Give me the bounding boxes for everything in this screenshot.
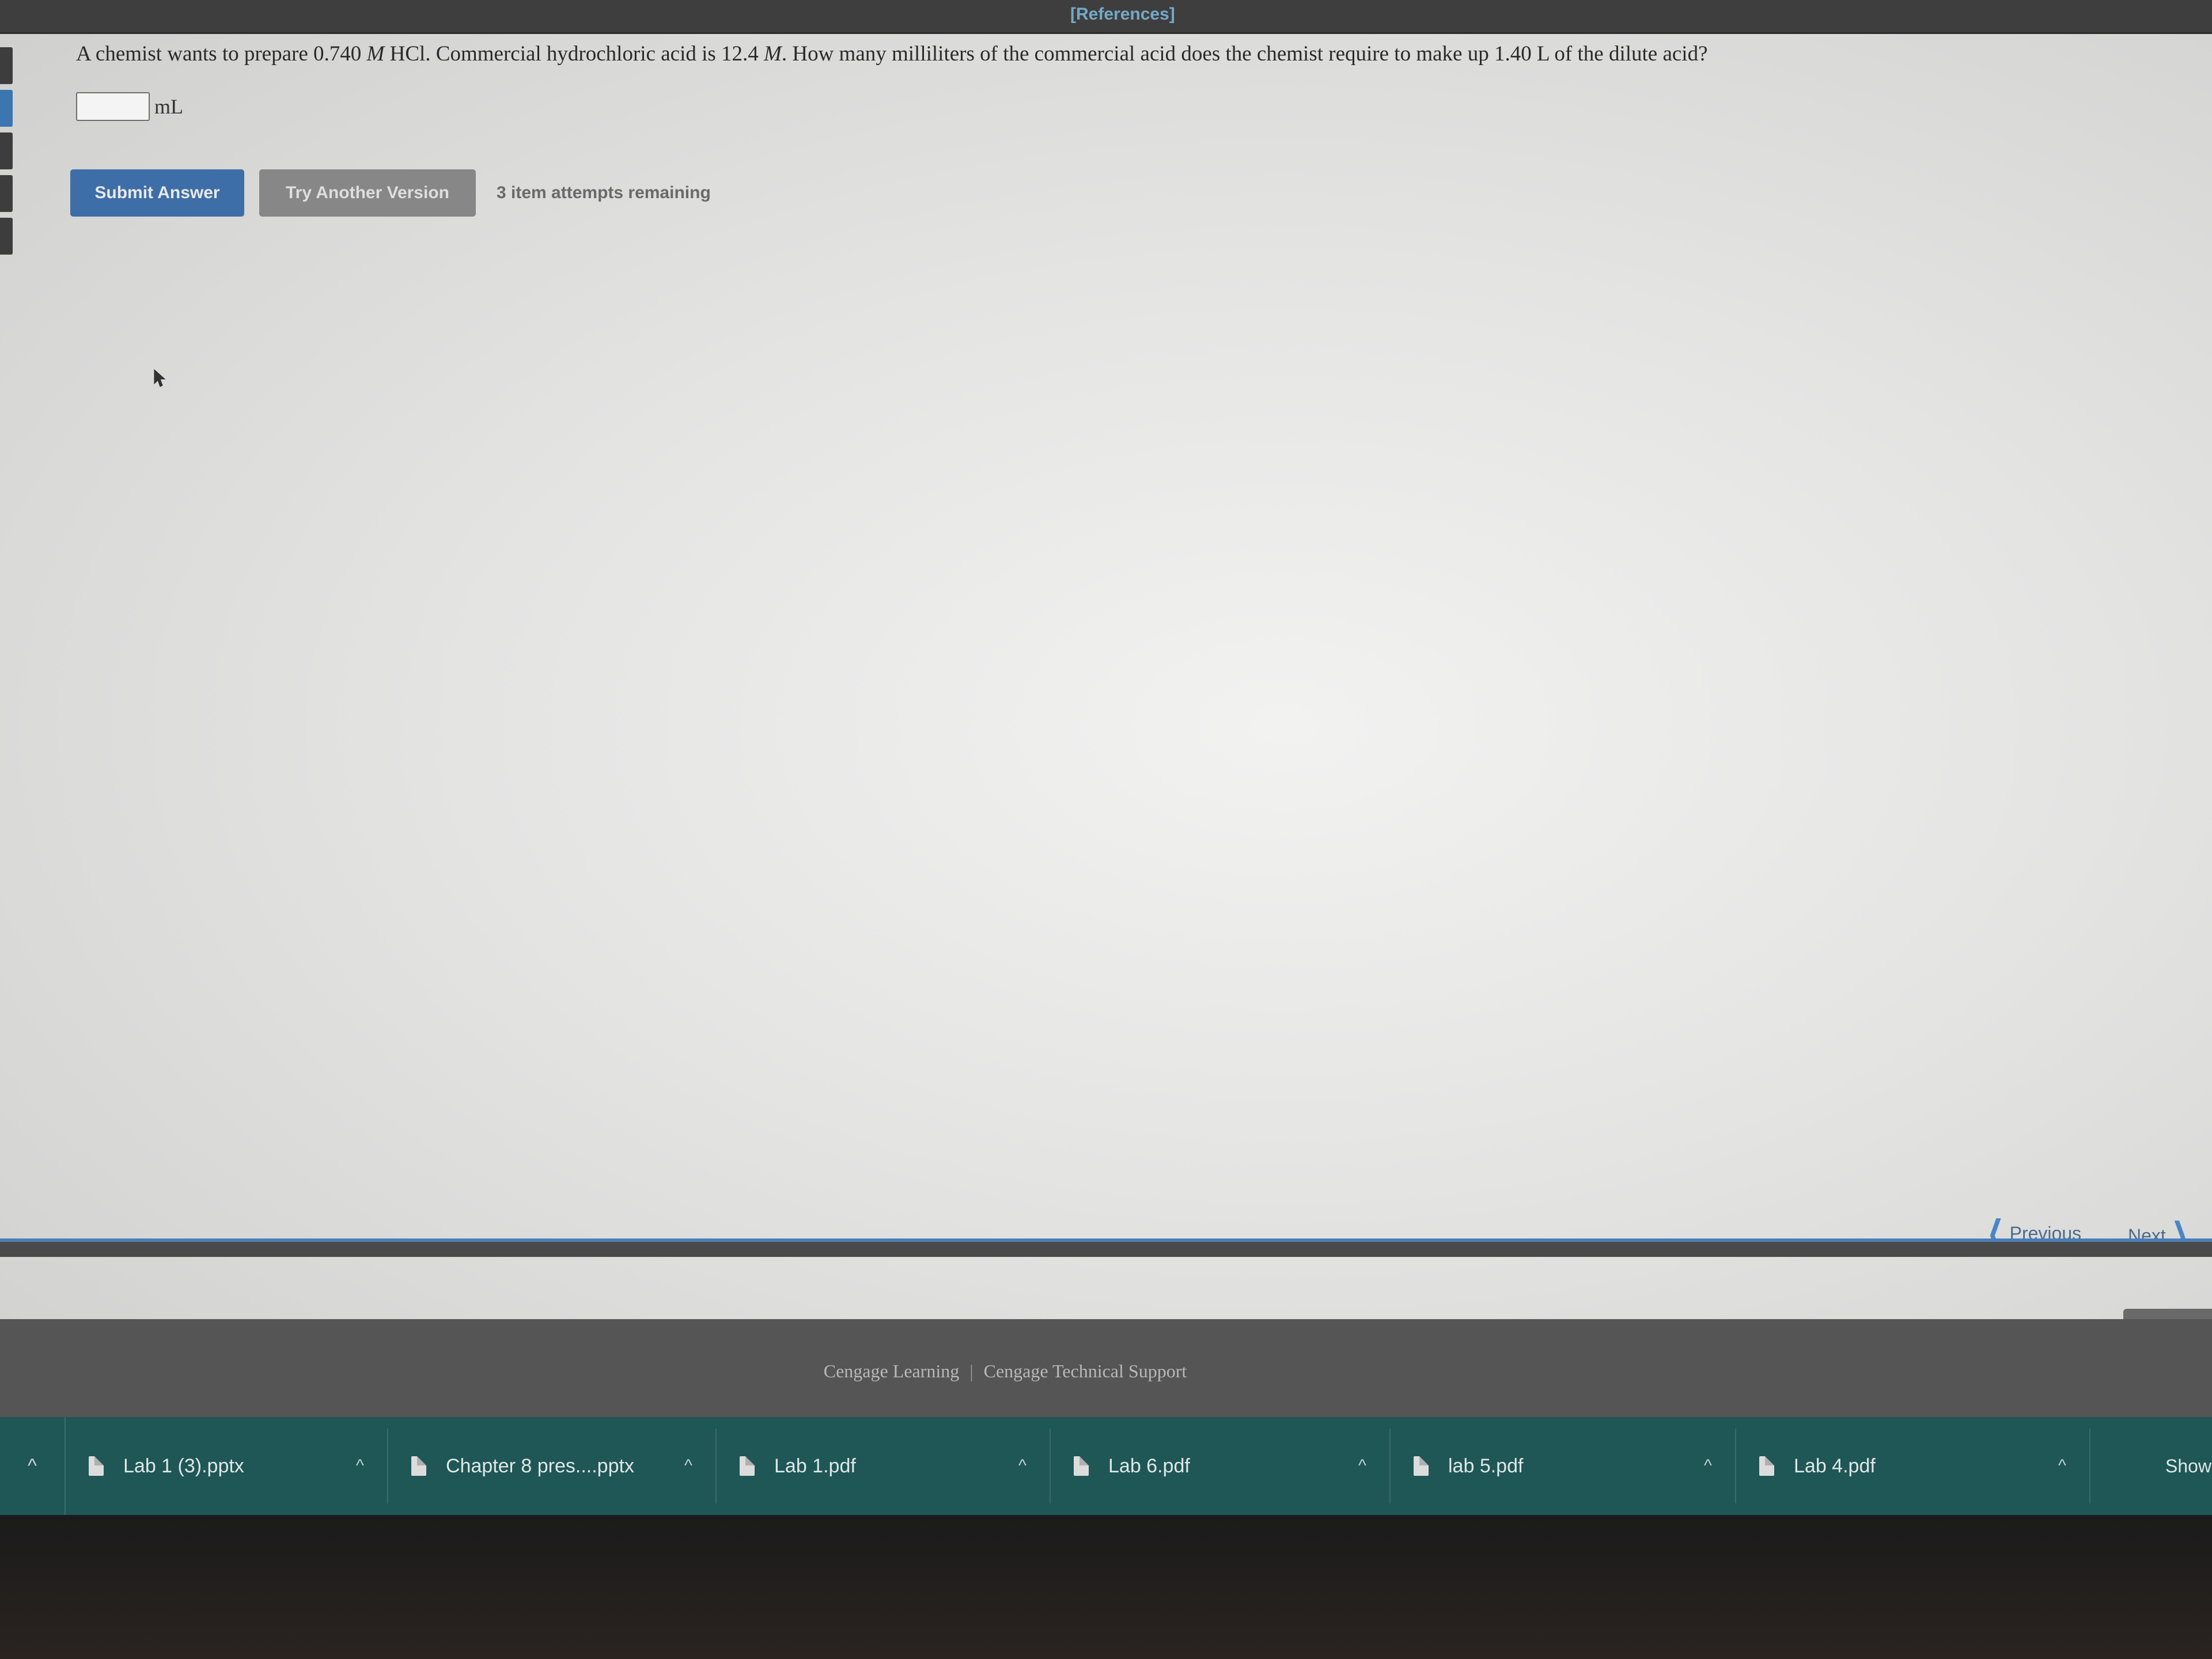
show-all-button[interactable]: Show [2165, 1456, 2211, 1477]
answer-input[interactable] [76, 92, 150, 121]
caret-up-icon: ^ [28, 1455, 37, 1477]
download-item[interactable]: Lab 6.pdf ^ [1051, 1429, 1391, 1503]
footer: Cengage Learning | Cengage Technical Suppo… [0, 1319, 2212, 1417]
cengage-technical-support-link[interactable]: Cengage Technical Support [984, 1361, 1187, 1381]
pdf-file-icon [1759, 1456, 1774, 1476]
download-file-name: Lab 6.pdf [1108, 1455, 1190, 1477]
molarity-unit: M [366, 42, 385, 66]
caret-up-icon[interactable]: ^ [2058, 1456, 2066, 1476]
caret-up-icon[interactable]: ^ [684, 1456, 692, 1476]
caret-up-icon[interactable]: ^ [1358, 1456, 1366, 1476]
side-tab[interactable] [0, 175, 13, 212]
download-item[interactable]: Lab 1 (3).pptx ^ [66, 1429, 388, 1503]
screen: [References] A chemist wants to prepare … [0, 0, 2212, 1659]
download-item[interactable]: Lab 1.pdf ^ [717, 1429, 1051, 1503]
question-part: A chemist wants to prepare 0.740 [76, 42, 367, 66]
caret-up-icon[interactable]: ^ [1704, 1456, 1712, 1476]
side-tab-strip [0, 47, 14, 260]
footer-separator: | [969, 1360, 974, 1381]
download-file-name: Chapter 8 pres....pptx [446, 1455, 634, 1477]
answer-unit-label: mL [154, 95, 183, 118]
side-tab[interactable] [0, 218, 13, 255]
submit-answer-button[interactable]: Submit Answer [70, 169, 244, 217]
references-link[interactable]: [References] [1070, 5, 1175, 24]
download-file-name: lab 5.pdf [1448, 1455, 1524, 1477]
references-bar: [References] [0, 0, 2212, 34]
shelf-caret-button[interactable]: ^ [0, 1417, 66, 1515]
assignment-page: [References] A chemist wants to prepare … [0, 0, 2212, 1348]
cengage-learning-link[interactable]: Cengage Learning [824, 1361, 959, 1381]
side-tab[interactable] [0, 47, 13, 84]
download-file-name: Lab 1 (3).pptx [123, 1455, 244, 1477]
page-divider [0, 1238, 2212, 1257]
molarity-unit: M [764, 42, 782, 66]
caret-up-icon[interactable]: ^ [356, 1456, 364, 1476]
attempts-remaining-text: 3 item attempts remaining [497, 183, 711, 202]
monitor-bezel [0, 1515, 2212, 1659]
question-part: . How many milliliters of the commercial… [781, 42, 1708, 66]
download-item[interactable]: Chapter 8 pres....pptx ^ [388, 1429, 717, 1503]
download-file-name: Lab 4.pdf [1794, 1455, 1876, 1477]
try-another-version-button[interactable]: Try Another Version [259, 169, 476, 217]
download-item[interactable]: Lab 4.pdf ^ [1736, 1429, 2090, 1503]
side-tab-active[interactable] [0, 90, 13, 127]
pdf-file-icon [1414, 1456, 1429, 1476]
pdf-file-icon [740, 1456, 755, 1476]
download-file-name: Lab 1.pdf [774, 1455, 856, 1477]
mouse-pointer-icon [154, 369, 166, 387]
download-shelf: ^ Lab 1 (3).pptx ^ Chapter 8 pres....ppt… [0, 1417, 2212, 1515]
question-text: A chemist wants to prepare 0.740 M HCl. … [76, 41, 1708, 66]
question-part: HCl. Commercial hydrochloric acid is 12.… [384, 42, 764, 66]
side-tab[interactable] [0, 132, 13, 169]
pptx-file-icon [89, 1456, 104, 1476]
caret-up-icon[interactable]: ^ [1018, 1456, 1027, 1476]
answer-row: mL [76, 92, 183, 121]
pdf-file-icon [1074, 1456, 1089, 1476]
pptx-file-icon [411, 1456, 426, 1476]
download-item[interactable]: lab 5.pdf ^ [1391, 1429, 1736, 1503]
footer-links: Cengage Learning | Cengage Technical Suppo… [824, 1361, 1187, 1382]
action-bar: Submit Answer Try Another Version 3 item… [70, 169, 711, 217]
